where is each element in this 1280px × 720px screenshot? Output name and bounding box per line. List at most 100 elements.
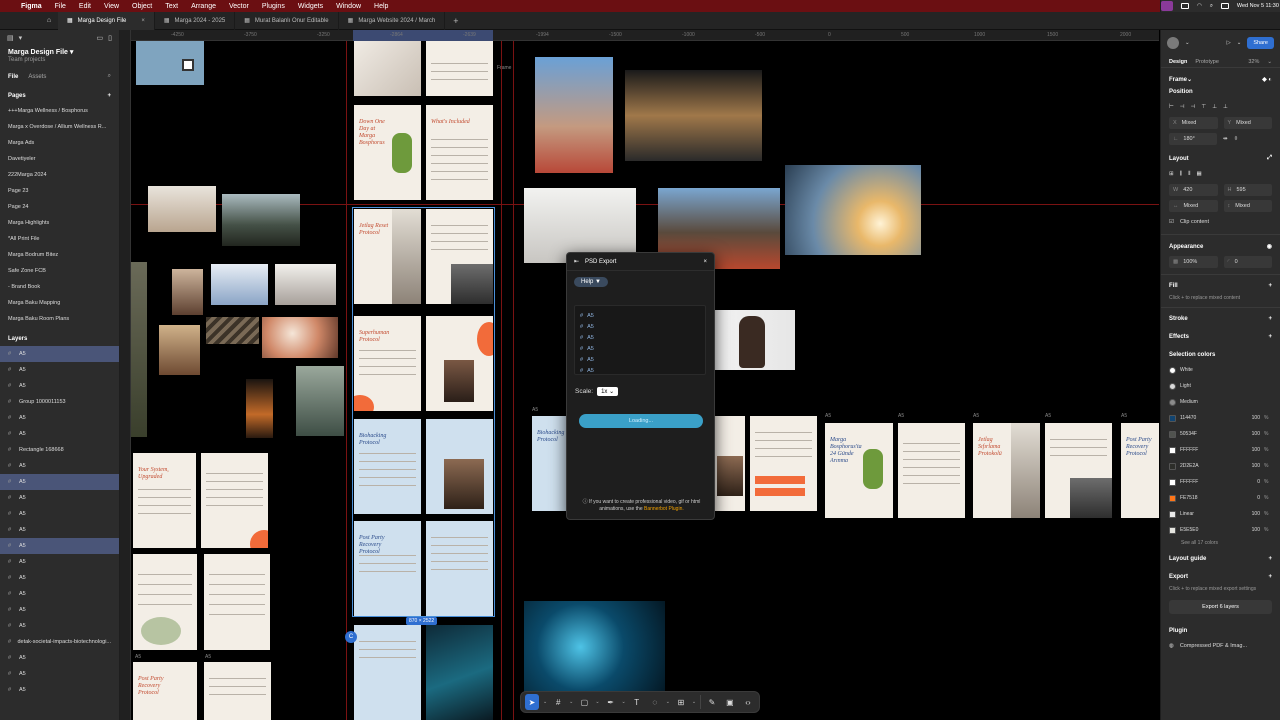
height-field[interactable]: H 595 xyxy=(1223,184,1272,196)
layer-item[interactable]: # A5 xyxy=(0,618,119,634)
layer-item[interactable]: # A5 xyxy=(0,538,119,554)
align-left-icon[interactable]: ⊢ xyxy=(1169,104,1174,110)
doc-page[interactable] xyxy=(1045,423,1112,518)
align-bottom-icon[interactable]: ⊥ xyxy=(1223,104,1228,110)
x-field[interactable]: X Mixed xyxy=(1169,117,1218,129)
page-item[interactable]: Davetiyeler xyxy=(0,151,119,167)
layer-item[interactable]: # Rectangle 168668 xyxy=(0,442,119,458)
opacity-field[interactable]: ▩ 100% xyxy=(1169,256,1218,268)
color-opacity[interactable]: 100 xyxy=(1252,511,1260,517)
frame-label[interactable]: A5 xyxy=(898,413,904,419)
expand-icon[interactable]: ⤢ xyxy=(1267,155,1272,162)
photo-runners[interactable] xyxy=(148,186,216,232)
color-opacity[interactable]: 0 xyxy=(1257,495,1260,501)
page-item[interactable]: Safe Zone FCB xyxy=(0,263,119,279)
doc-biohacking-small[interactable]: Biohacking Protocol xyxy=(532,416,567,511)
color-swatch[interactable] xyxy=(1169,446,1176,454)
doc-page[interactable] xyxy=(204,554,270,650)
main-menu-icon[interactable]: ▤ xyxy=(7,34,14,42)
present-icon[interactable]: ▷ xyxy=(1226,40,1230,46)
zoom-level[interactable]: 32% xyxy=(1248,59,1259,65)
selection-color-row[interactable]: FFFFFF 100 % xyxy=(1161,442,1280,458)
photo-woman[interactable] xyxy=(262,317,338,358)
layer-item[interactable]: # A5 xyxy=(0,682,119,698)
add-page-icon[interactable]: + xyxy=(107,93,111,99)
tab-prototype[interactable]: Prototype xyxy=(1195,59,1219,65)
color-swatch[interactable] xyxy=(1169,366,1176,374)
doc-whats-included[interactable]: What's Included xyxy=(426,105,493,200)
color-swatch[interactable] xyxy=(1169,382,1176,390)
chevron-down-icon[interactable]: ⌄ xyxy=(1187,76,1192,83)
plugin-row[interactable]: ◍ Compressed PDF & Imag... xyxy=(1161,638,1280,654)
menu-text[interactable]: Text xyxy=(165,3,178,10)
menu-help[interactable]: Help xyxy=(374,3,388,10)
rotation-field[interactable]: ∟ 180° xyxy=(1169,133,1217,145)
add-effect-icon[interactable]: + xyxy=(1268,334,1272,340)
wifi-icon[interactable]: ◠ xyxy=(1197,3,1202,9)
selection-color-row[interactable]: Linear 100 % xyxy=(1161,506,1280,522)
doc-page[interactable] xyxy=(354,625,421,720)
minimize-ui-icon[interactable]: ▯ xyxy=(108,34,112,42)
page-item[interactable]: *All Print File xyxy=(0,231,119,247)
chevron-down-icon[interactable]: ⌄ xyxy=(1237,40,1242,46)
color-opacity[interactable]: 100 xyxy=(1252,463,1260,469)
frame-label[interactable]: A5 xyxy=(825,413,831,419)
page-item[interactable]: 222Marga 2024 xyxy=(0,167,119,183)
layer-item[interactable]: # detak-societal-impacts-biotechnologi... xyxy=(0,634,119,650)
selection-color-row[interactable]: E5E5E0 100 % xyxy=(1161,522,1280,538)
clock[interactable]: Wed Nov 5 11:30 xyxy=(1237,3,1279,9)
page-item[interactable]: Marga x Overdose / Allium Wellness R... xyxy=(0,119,119,135)
color-swatch[interactable] xyxy=(1169,510,1176,518)
layer-item[interactable]: # A5 xyxy=(0,474,119,490)
layout-horizontal-icon[interactable]: ⫴ xyxy=(1188,171,1190,178)
selection-color-row[interactable]: Medium xyxy=(1161,394,1280,410)
layer-item[interactable]: # A5 xyxy=(0,586,119,602)
doc-page[interactable] xyxy=(750,416,817,511)
photo-stairs[interactable] xyxy=(206,317,259,344)
bannerbot-link[interactable]: Bannerbot Plugin. xyxy=(644,506,684,512)
close-icon[interactable]: × xyxy=(703,259,707,265)
export-layer-item[interactable]: # A5 xyxy=(580,321,700,332)
menu-edit[interactable]: Edit xyxy=(79,3,91,10)
layer-item[interactable]: # A5 xyxy=(0,522,119,538)
move-tool-icon[interactable]: ➤ xyxy=(525,694,539,710)
chevron-down-icon[interactable]: ▾ xyxy=(19,34,23,42)
app-menu[interactable]: Figma xyxy=(21,3,42,10)
width-field[interactable]: W 420 xyxy=(1169,184,1218,196)
menu-plugins[interactable]: Plugins xyxy=(262,3,285,10)
color-swatch[interactable] xyxy=(1169,430,1176,438)
color-swatch[interactable] xyxy=(1169,462,1176,470)
layout-wrap-icon[interactable]: ▦ xyxy=(1196,171,1201,177)
color-opacity[interactable]: 100 xyxy=(1252,415,1260,421)
tab-file[interactable]: File xyxy=(8,74,18,80)
layer-item[interactable]: # A5 xyxy=(0,378,119,394)
file-name[interactable]: Marga Design File ▾ xyxy=(0,46,119,56)
checkbox-icon[interactable]: ☑ xyxy=(1169,219,1174,225)
frame-label[interactable]: A5 xyxy=(532,407,538,413)
photo-building[interactable] xyxy=(211,264,268,305)
doc-post-party[interactable]: Post Party Recovery Protocol xyxy=(133,662,197,720)
photo-bridge[interactable] xyxy=(222,194,300,246)
doc-page[interactable] xyxy=(715,416,745,511)
page-item[interactable]: Marga Bodrum Bitez xyxy=(0,247,119,263)
frame-label[interactable]: Frame xyxy=(497,65,511,71)
add-layout-guide-icon[interactable]: + xyxy=(1268,556,1272,562)
photo-jump[interactable] xyxy=(296,366,344,436)
tab-marga-website[interactable]: ▦ Marga Website 2024 / March xyxy=(339,11,446,30)
selection-box[interactable] xyxy=(352,207,495,617)
new-tab-icon[interactable]: + xyxy=(445,16,466,26)
layer-item[interactable]: # A5 xyxy=(0,410,119,426)
chevron-down-icon[interactable]: ⌄ xyxy=(1267,59,1272,65)
add-stroke-icon[interactable]: + xyxy=(1268,316,1272,322)
menu-window[interactable]: Window xyxy=(336,3,361,10)
search-icon[interactable]: ⌕ xyxy=(1210,3,1213,10)
color-swatch[interactable] xyxy=(1169,494,1176,502)
menu-arrange[interactable]: Arrange xyxy=(191,3,216,10)
y-field[interactable]: Y Mixed xyxy=(1223,117,1272,129)
doc-page[interactable] xyxy=(898,423,965,518)
chevron-down-icon[interactable]: ⌄ xyxy=(543,699,547,705)
component-icon[interactable]: ◆ ◐ xyxy=(1262,76,1272,83)
doc-page[interactable] xyxy=(426,41,493,96)
frame-label[interactable]: A5 xyxy=(973,413,979,419)
loading-button[interactable]: Loading... xyxy=(579,414,703,428)
